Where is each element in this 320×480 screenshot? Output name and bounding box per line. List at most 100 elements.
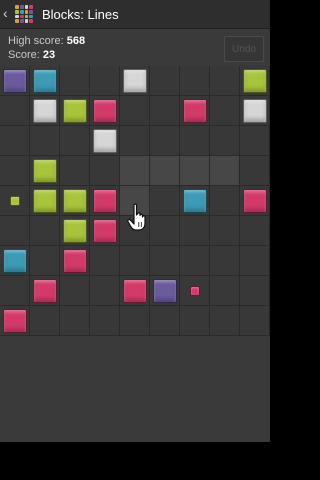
board-cell[interactable] [150, 186, 180, 216]
board-cell[interactable] [180, 186, 210, 216]
block-lime[interactable] [33, 189, 57, 213]
board-cell[interactable] [30, 306, 60, 336]
board-cell[interactable] [120, 276, 150, 306]
board-cell[interactable] [180, 246, 210, 276]
block-pink[interactable] [33, 279, 57, 303]
board-cell[interactable] [240, 246, 270, 276]
block-pink[interactable] [123, 279, 147, 303]
board-cell[interactable] [150, 96, 180, 126]
board-cell[interactable] [0, 216, 30, 246]
board-cell[interactable] [180, 66, 210, 96]
block-lime[interactable] [63, 189, 87, 213]
block-teal[interactable] [183, 189, 207, 213]
board-cell[interactable] [180, 306, 210, 336]
block-lime[interactable] [33, 159, 57, 183]
board-cell[interactable] [180, 276, 210, 306]
block-lime[interactable] [243, 69, 267, 93]
chevron-left-icon[interactable]: ‹ [3, 6, 8, 20]
board-cell[interactable] [180, 216, 210, 246]
board-cell[interactable] [60, 276, 90, 306]
board-cell[interactable] [150, 66, 180, 96]
board-cell[interactable] [60, 186, 90, 216]
board-cell[interactable] [240, 126, 270, 156]
board-cell[interactable] [150, 216, 180, 246]
board-cell[interactable] [60, 126, 90, 156]
board-cell[interactable] [90, 156, 120, 186]
block-teal[interactable] [33, 69, 57, 93]
block-silver[interactable] [243, 99, 267, 123]
board-cell[interactable] [120, 96, 150, 126]
board-cell[interactable] [90, 216, 120, 246]
board-cell[interactable] [240, 216, 270, 246]
block-pink[interactable] [243, 189, 267, 213]
board-cell[interactable] [150, 246, 180, 276]
board-cell[interactable] [30, 186, 60, 216]
block-pink[interactable] [3, 309, 27, 333]
board-cell[interactable] [210, 306, 240, 336]
board-cell[interactable] [150, 156, 180, 186]
board-cell[interactable] [180, 156, 210, 186]
block-teal[interactable] [3, 249, 27, 273]
block-lime[interactable] [63, 219, 87, 243]
board-cell[interactable] [210, 96, 240, 126]
block-pink[interactable] [93, 219, 117, 243]
block-pink[interactable] [93, 189, 117, 213]
game-board[interactable] [0, 66, 270, 336]
board-cell[interactable] [210, 186, 240, 216]
board-cell[interactable] [60, 306, 90, 336]
board-cell[interactable] [60, 96, 90, 126]
board-cell[interactable] [240, 186, 270, 216]
block-pink[interactable] [93, 99, 117, 123]
board-cell[interactable] [180, 96, 210, 126]
board-cell[interactable] [210, 66, 240, 96]
board-cell[interactable] [30, 96, 60, 126]
board-cell[interactable] [210, 246, 240, 276]
block-purple[interactable] [153, 279, 177, 303]
board-cell[interactable] [0, 66, 30, 96]
board-cell[interactable] [210, 126, 240, 156]
color-grid-icon[interactable] [15, 5, 33, 23]
board-cell[interactable] [0, 156, 30, 186]
board-cell[interactable] [210, 216, 240, 246]
board-cell[interactable] [0, 96, 30, 126]
board-cell[interactable] [210, 156, 240, 186]
block-silver[interactable] [33, 99, 57, 123]
block-silver[interactable] [123, 69, 147, 93]
board-cell[interactable] [150, 306, 180, 336]
board-cell[interactable] [0, 186, 30, 216]
block-lime[interactable] [63, 99, 87, 123]
board-cell[interactable] [240, 306, 270, 336]
board-cell[interactable] [150, 276, 180, 306]
next-ball-preview[interactable] [10, 196, 20, 206]
block-silver[interactable] [93, 129, 117, 153]
board-cell[interactable] [60, 156, 90, 186]
board-cell[interactable] [60, 66, 90, 96]
board-cell[interactable] [90, 276, 120, 306]
block-pink[interactable] [183, 99, 207, 123]
next-ball-preview[interactable] [190, 286, 200, 296]
board-cell[interactable] [120, 66, 150, 96]
board-cell[interactable] [60, 216, 90, 246]
board-cell[interactable] [120, 156, 150, 186]
board-cell[interactable] [90, 246, 120, 276]
board-cell[interactable] [120, 246, 150, 276]
board-cell[interactable] [120, 306, 150, 336]
board-cell[interactable] [30, 126, 60, 156]
board-cell[interactable] [0, 126, 30, 156]
board-cell[interactable] [0, 246, 30, 276]
board-cell[interactable] [90, 186, 120, 216]
undo-button[interactable]: Undo [224, 36, 264, 62]
board-cell[interactable] [30, 246, 60, 276]
board-cell[interactable] [90, 126, 120, 156]
board-cell[interactable] [120, 126, 150, 156]
board-cell[interactable] [240, 276, 270, 306]
board-cell[interactable] [90, 96, 120, 126]
board-cell[interactable] [90, 66, 120, 96]
board-cell[interactable] [60, 246, 90, 276]
board-cell[interactable] [210, 276, 240, 306]
board-cell[interactable] [150, 126, 180, 156]
board-cell[interactable] [30, 276, 60, 306]
board-cell[interactable] [180, 126, 210, 156]
board-cell[interactable] [30, 216, 60, 246]
board-cell[interactable] [90, 306, 120, 336]
